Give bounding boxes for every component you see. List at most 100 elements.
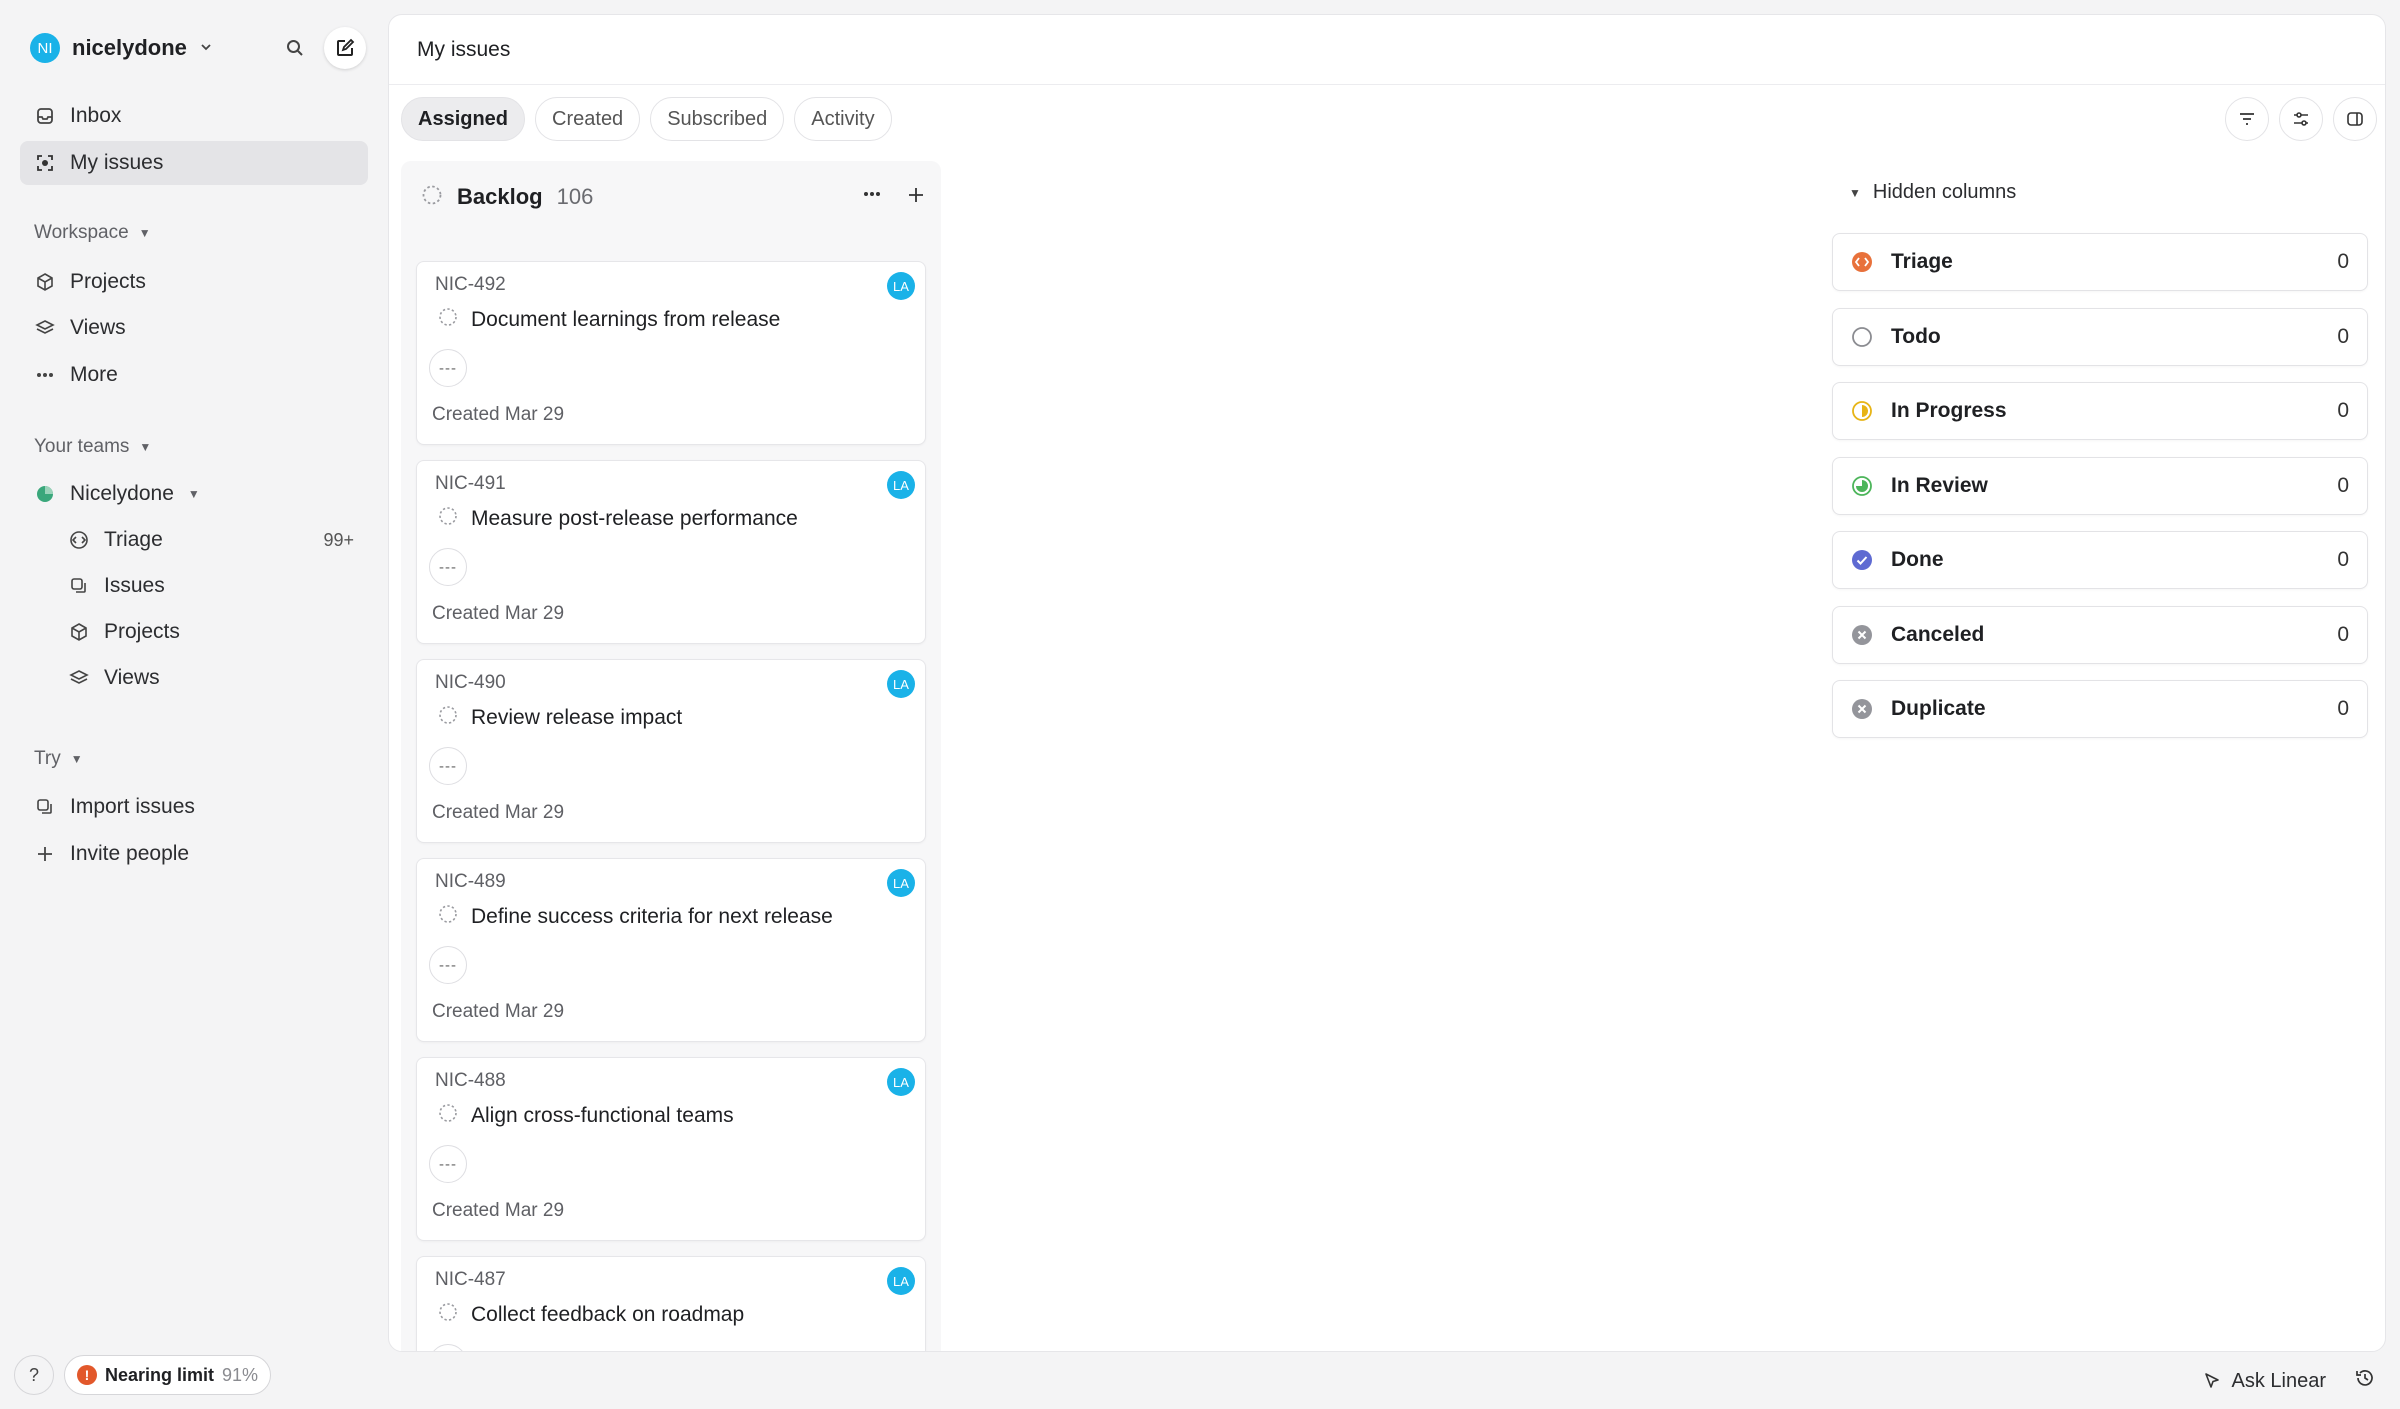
nav-projects[interactable]: Projects (20, 260, 368, 304)
usage-limit-pill[interactable]: ! Nearing limit 91% (64, 1355, 272, 1395)
ask-linear-button[interactable]: Ask Linear (2202, 1370, 2326, 1393)
hidden-column-name: Done (1891, 548, 1944, 571)
nav-team-views[interactable]: Views (54, 656, 368, 700)
hidden-column-duplicate[interactable]: Duplicate 0 (1832, 680, 2368, 738)
done-status-icon (1851, 549, 1873, 571)
column-menu-button[interactable] (861, 183, 883, 211)
backlog-status-icon[interactable] (437, 1301, 459, 1328)
filter-button[interactable] (2225, 97, 2269, 141)
hidden-column-in-progress[interactable]: In Progress 0 (1832, 382, 2368, 440)
footer-actions: Ask Linear (2202, 1367, 2377, 1395)
nav-team-projects-label: Projects (104, 620, 180, 643)
nav-team-projects[interactable]: Projects (54, 610, 368, 654)
priority-button[interactable]: --- (429, 1344, 467, 1351)
tab-activity[interactable]: Activity (794, 97, 892, 141)
teams-section-toggle[interactable]: Your teams ▼ (34, 436, 151, 458)
hidden-column-todo[interactable]: Todo 0 (1832, 307, 2368, 366)
hidden-column-triage[interactable]: Triage 0 (1832, 233, 2368, 291)
panel-icon (2347, 112, 2363, 126)
issue-title: Document learnings from release (471, 307, 781, 331)
try-section-toggle[interactable]: Try ▼ (34, 748, 83, 770)
nav-team-issues[interactable]: Issues (54, 564, 368, 608)
toggle-sidepanel-button[interactable] (2333, 97, 2377, 141)
page-header: My issues (389, 15, 2385, 85)
tab-assigned[interactable]: Assigned (401, 97, 526, 141)
filter-icon (2240, 113, 2254, 125)
issue-id: NIC-490 (435, 672, 506, 693)
new-issue-button[interactable] (324, 27, 366, 69)
assignee-avatar[interactable]: LA (887, 1267, 915, 1295)
nav-more[interactable]: More (20, 353, 368, 397)
backlog-status-icon[interactable] (437, 1102, 459, 1129)
cube-icon (68, 621, 90, 643)
tab-subscribed[interactable]: Subscribed (650, 97, 785, 141)
nav-my-issues[interactable]: My issues (20, 141, 368, 185)
hidden-column-done[interactable]: Done 0 (1832, 531, 2368, 589)
nav-views[interactable]: Views (20, 306, 368, 350)
priority-button[interactable]: --- (429, 747, 467, 785)
backlog-status-icon[interactable] (437, 306, 459, 333)
hidden-column-count: 0 (2337, 250, 2349, 273)
nav-import-issues-label: Import issues (70, 795, 195, 818)
issue-id: NIC-489 (435, 871, 506, 892)
hidden-column-canceled[interactable]: Canceled 0 (1832, 605, 2368, 664)
priority-button[interactable]: --- (429, 349, 467, 387)
issue-title: Measure post-release performance (471, 506, 798, 530)
backlog-status-icon[interactable] (437, 903, 459, 930)
issue-card[interactable]: NIC-489 LA Define success criteria for n… (416, 858, 926, 1042)
hidden-column-count: 0 (2337, 548, 2349, 571)
hidden-column-count: 0 (2337, 399, 2349, 422)
assignee-avatar[interactable]: LA (887, 272, 915, 300)
created-date: Created Mar 29 (432, 404, 565, 425)
hidden-columns-toggle[interactable]: ▼ Hidden columns (1849, 181, 2016, 204)
nav-team-triage[interactable]: Triage 99+ (54, 518, 368, 562)
tab-created[interactable]: Created (535, 97, 641, 141)
issue-card[interactable]: NIC-492 LA Document learnings from relea… (416, 261, 926, 445)
hidden-column-name: Todo (1891, 324, 1941, 348)
hidden-column-name: In Review (1891, 473, 1988, 497)
workspace-switcher[interactable]: NI nicelydone (30, 30, 213, 66)
help-button[interactable]: ? (14, 1355, 54, 1395)
backlog-status-icon[interactable] (437, 505, 459, 532)
caret-down-icon: ▼ (139, 440, 152, 454)
issue-title: Collect feedback on roadmap (471, 1302, 745, 1326)
hidden-column-in-review[interactable]: In Review 0 (1832, 456, 2368, 515)
priority-button[interactable]: --- (429, 548, 467, 586)
backlog-status-icon[interactable] (437, 704, 459, 731)
in-progress-status-icon (1851, 400, 1873, 422)
issue-card[interactable]: NIC-487 LA Collect feedback on roadmap -… (416, 1256, 926, 1351)
nav-invite-people[interactable]: Invite people (20, 832, 368, 876)
assignee-avatar[interactable]: LA (887, 869, 915, 897)
hidden-column-name: Canceled (1891, 622, 1985, 646)
hidden-columns-label: Hidden columns (1872, 181, 2017, 203)
assignee-avatar[interactable]: LA (887, 670, 915, 698)
workspace-section-toggle[interactable]: Workspace ▼ (34, 222, 151, 244)
assignee-avatar[interactable]: LA (887, 1068, 915, 1096)
add-issue-button[interactable] (907, 184, 925, 210)
caret-down-icon: ▼ (187, 487, 200, 501)
priority-button[interactable]: --- (429, 946, 467, 984)
hidden-column-count: 0 (2337, 473, 2349, 497)
issue-id: NIC-487 (435, 1269, 506, 1290)
sliders-icon (2294, 112, 2308, 126)
issue-card[interactable]: NIC-491 LA Measure post-release performa… (416, 460, 926, 644)
history-button[interactable] (2354, 1367, 2376, 1395)
issue-title: Review release impact (471, 705, 683, 729)
issue-title: Define success criteria for next release (471, 904, 833, 928)
nav-inbox[interactable]: Inbox (20, 94, 368, 138)
nav-import-issues[interactable]: Import issues (20, 785, 368, 829)
triage-icon (68, 529, 90, 551)
issue-id: NIC-488 (435, 1070, 506, 1091)
backlog-column-header: Backlog 106 (401, 161, 941, 233)
created-date: Created Mar 29 (432, 1200, 565, 1221)
issue-id: NIC-492 (435, 274, 506, 295)
issue-card[interactable]: NIC-490 LA Review release impact --- Cre… (416, 659, 926, 843)
assignee-avatar[interactable]: LA (887, 471, 915, 499)
warning-icon: ! (77, 1365, 97, 1385)
search-button[interactable] (274, 27, 316, 69)
priority-button[interactable]: --- (429, 1145, 467, 1183)
display-options-button[interactable] (2279, 97, 2323, 141)
caret-down-icon: ▼ (70, 752, 83, 766)
issue-card[interactable]: NIC-488 LA Align cross-functional teams … (416, 1057, 926, 1241)
team-nicelydone[interactable]: Nicelydone ▼ (20, 472, 368, 516)
